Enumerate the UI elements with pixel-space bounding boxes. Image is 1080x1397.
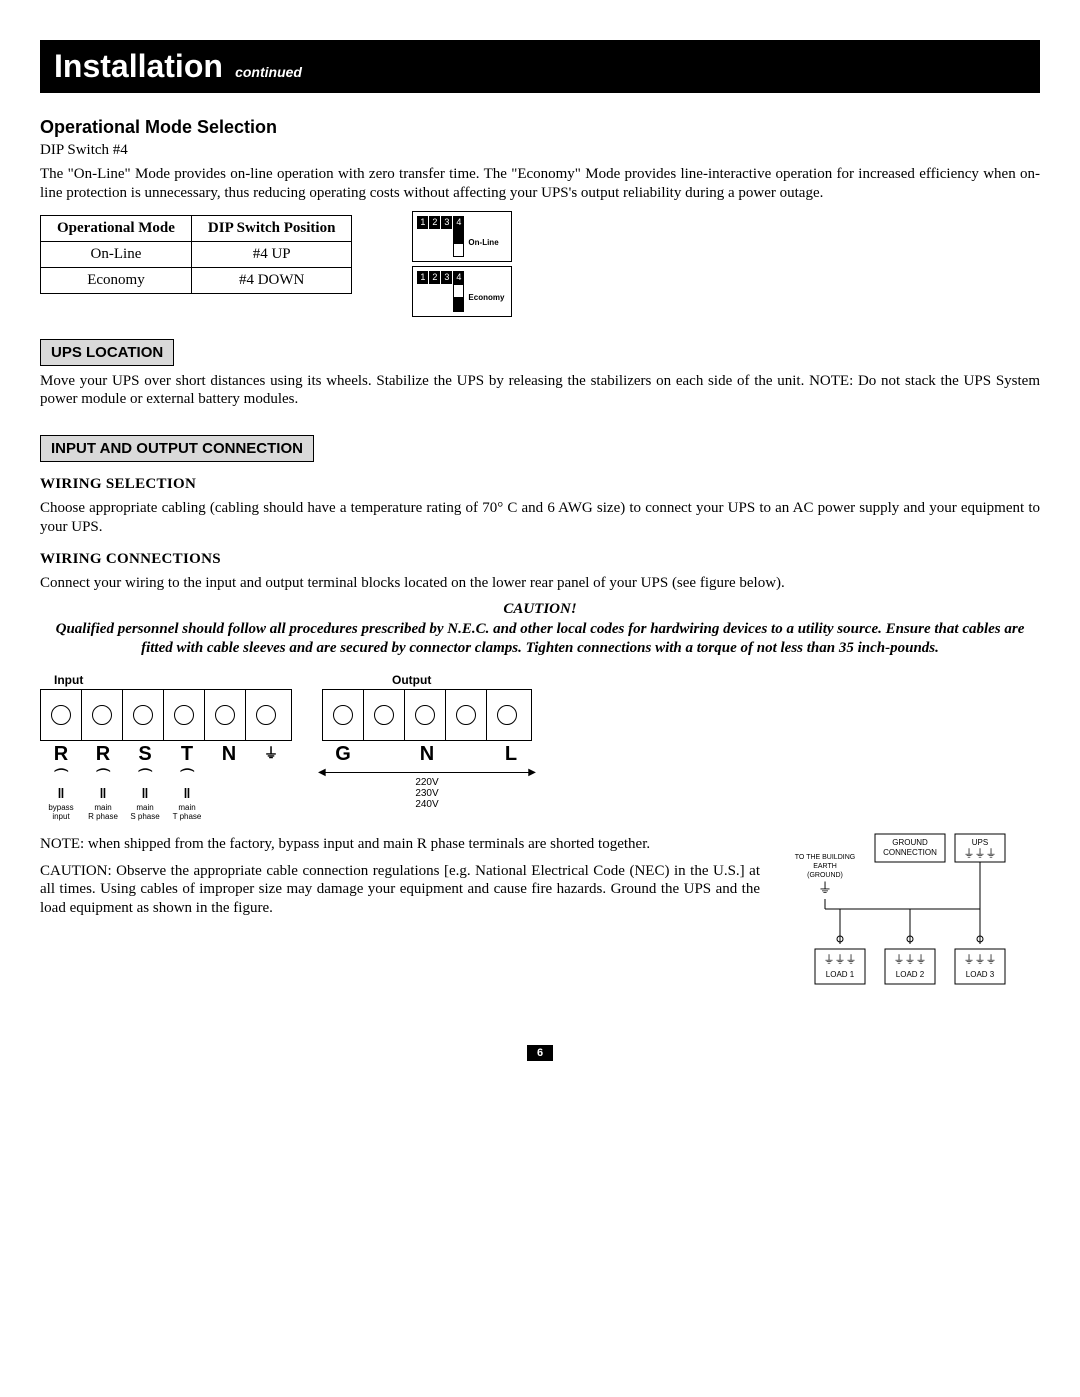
wiring-connections-paragraph: Connect your wiring to the input and out… — [40, 574, 1040, 593]
page-number: 6 — [40, 1044, 1040, 1061]
svg-text:CONNECTION: CONNECTION — [883, 848, 937, 857]
wiring-selection-heading: WIRING SELECTION — [40, 476, 1040, 493]
table-cell: #4 UP — [191, 241, 352, 267]
io-heading: INPUT AND OUTPUT CONNECTION — [40, 435, 314, 462]
opmode-table: Operational Mode DIP Switch Position On-… — [40, 215, 352, 294]
svg-text:EARTH: EARTH — [813, 863, 837, 870]
dip-switch-4-down — [453, 284, 464, 312]
table-cell: Economy — [41, 267, 192, 293]
caution-text: Qualified personnel should follow all pr… — [40, 620, 1040, 659]
opmode-heading: Operational Mode Selection — [40, 117, 1040, 138]
dip-diagrams: 1 2 3 4 On-Line 1 2 3 4 — [412, 211, 512, 321]
table-cell: #4 DOWN — [191, 267, 352, 293]
ground-diagram: GROUND CONNECTION UPS ⏚⏚⏚ TO THE BUILDIN… — [780, 829, 1040, 1004]
svg-text:⏚: ⏚ — [818, 880, 832, 896]
svg-text:GROUND: GROUND — [892, 838, 928, 847]
svg-text:⏚⏚⏚: ⏚⏚⏚ — [824, 953, 857, 966]
caution-cables: CAUTION: Observe the appropriate cable c… — [40, 862, 760, 918]
svg-text:⏚⏚⏚: ⏚⏚⏚ — [964, 847, 997, 860]
input-terminal-block: Input R R S T N ⏚ ⏜ǁ ⏜ǁ ⏜ǁ ⏜ǁ bypass inp… — [40, 673, 292, 821]
svg-text:LOAD 1: LOAD 1 — [826, 970, 855, 979]
dip-diagram-online: 1 2 3 4 On-Line — [412, 211, 512, 262]
note-shorted: NOTE: when shipped from the factory, byp… — [40, 835, 760, 854]
upsloc-heading: UPS LOCATION — [40, 339, 174, 366]
section-header: Installation continued — [40, 40, 1040, 93]
wiring-selection-paragraph: Choose appropriate cabling (cabling shou… — [40, 499, 1040, 537]
caution-block: CAUTION! Qualified personnel should foll… — [40, 600, 1040, 659]
terminal-diagram: Input R R S T N ⏚ ⏜ǁ ⏜ǁ ⏜ǁ ⏜ǁ bypass inp… — [40, 673, 1040, 821]
svg-text:⏚⏚⏚: ⏚⏚⏚ — [894, 953, 927, 966]
dip-diagram-economy: 1 2 3 4 Economy — [412, 266, 512, 317]
table-header-mode: Operational Mode — [41, 215, 192, 241]
dip-switch-4-up — [453, 229, 464, 257]
svg-text:LOAD 2: LOAD 2 — [896, 970, 925, 979]
header-subtitle: continued — [235, 64, 302, 80]
caution-heading: CAUTION! — [40, 600, 1040, 620]
table-header-dip: DIP Switch Position — [191, 215, 352, 241]
upsloc-paragraph: Move your UPS over short distances using… — [40, 372, 1040, 410]
table-cell: On-Line — [41, 241, 192, 267]
svg-text:(GROUND): (GROUND) — [807, 872, 843, 879]
output-terminal-block: Output G N L ◀ ▶ 220V 230V 240V — [322, 673, 532, 810]
svg-text:TO THE BUILDING: TO THE BUILDING — [795, 854, 855, 861]
svg-text:LOAD 3: LOAD 3 — [966, 970, 995, 979]
opmode-paragraph: The "On-Line" Mode provides on-line oper… — [40, 165, 1040, 203]
wiring-connections-heading: WIRING CONNECTIONS — [40, 551, 1040, 568]
ground-icon: ⏚ — [250, 743, 292, 766]
header-title: Installation — [54, 48, 223, 84]
svg-text:UPS: UPS — [972, 838, 988, 847]
opmode-sub: DIP Switch #4 — [40, 142, 1040, 159]
svg-text:⏚⏚⏚: ⏚⏚⏚ — [964, 953, 997, 966]
